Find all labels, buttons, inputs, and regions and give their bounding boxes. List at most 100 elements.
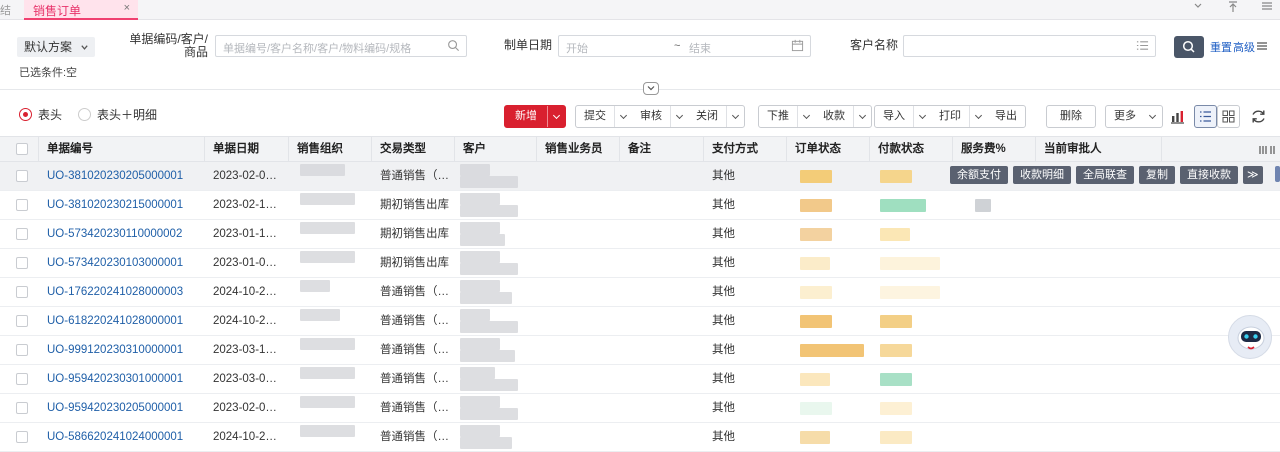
global-query-button[interactable]: 全局联查 [1076,166,1134,184]
tab-sales-order[interactable]: 销售订单 × [24,0,138,20]
transaction-type: 普通销售（… [380,170,449,182]
copy-button[interactable]: 复制 [1139,166,1175,184]
row-checkbox[interactable] [16,373,28,385]
payment-method: 其他 [712,257,735,269]
order-code-link[interactable]: UO-999120230310000001 [47,336,183,364]
upload-icon[interactable] [1222,1,1244,18]
table-row[interactable]: UO-573420230110000002 2023-01-1… 期初销售出库 其他 [0,220,1280,249]
assistant-robot-icon[interactable] [1228,315,1272,359]
delete-button[interactable]: 删除 [1047,106,1095,127]
header-payment-method[interactable]: 支付方式 [704,137,787,162]
print-button[interactable]: 打印 [931,106,969,127]
table-row[interactable]: UO-618220241028000001 2024-10-2… 普通销售（… 其他 [0,307,1280,336]
more-options-icon[interactable] [1256,41,1268,54]
search-button[interactable] [1174,36,1204,58]
order-code-link[interactable]: UO-381020230205000001 [47,162,183,190]
payment-method: 其他 [712,228,735,240]
tab-close-icon[interactable]: × [124,2,130,14]
row-checkbox[interactable] [16,257,28,269]
header-sales-org[interactable]: 销售组织 [289,137,372,162]
menu-icon[interactable] [1256,1,1278,18]
submit-dropdown-button[interactable] [614,106,632,127]
table-row[interactable]: UO-381020230205000001 2023-02-0… 普通销售（… 其他 余… [0,162,1280,191]
close-dropdown-button[interactable] [726,106,744,127]
row-checkbox[interactable] [16,199,28,211]
import-dropdown-button[interactable] [913,106,931,127]
row-checkbox[interactable] [16,402,28,414]
header-column-settings[interactable] [1162,137,1280,162]
radio-header[interactable]: 表头 [19,106,62,123]
collection-detail-button[interactable]: 收款明细 [1013,166,1071,184]
chevron-down-icon[interactable] [1187,1,1209,18]
push-button-group: 下推 收款 [758,105,872,128]
audit-button[interactable]: 审核 [632,106,670,127]
vertical-scrollbar[interactable] [1275,166,1280,182]
transaction-type: 期初销售出库 [380,228,449,240]
more-button[interactable]: 更多 [1106,106,1144,127]
previous-tab-fragment[interactable]: 结 [0,2,11,18]
date-range-input[interactable]: 开始 ~ 结束 [558,35,811,57]
close-order-button[interactable]: 关闭 [688,106,726,127]
order-code-link[interactable]: UO-573420230110000002 [47,220,182,248]
radio-header-detail[interactable]: 表头＋明细 [78,106,157,123]
grid-view-icon[interactable] [1217,105,1240,128]
code-search-input[interactable]: 单据编号/客户名称/客户/物料编码/规格 [215,35,467,57]
audit-dropdown-button[interactable] [670,106,688,127]
header-code[interactable]: 单据编号 [39,137,205,162]
balance-pay-button[interactable]: 余额支付 [950,166,1008,184]
row-checkbox[interactable] [16,170,28,182]
table-row[interactable]: UO-381020230215000001 2023-02-1… 期初销售出库 其他 [0,191,1280,220]
advanced-button[interactable]: 高级 [1233,39,1255,55]
print-dropdown-button[interactable] [969,106,987,127]
header-order-status[interactable]: 订单状态 [787,137,870,162]
list-view-icon[interactable] [1194,105,1217,128]
header-transaction-type[interactable]: 交易类型 [372,137,455,162]
select-all-checkbox[interactable] [16,143,28,155]
row-checkbox[interactable] [16,315,28,327]
order-code-link[interactable]: UO-176220241028000003 [47,278,183,306]
order-code-link[interactable]: UO-959420230205000001 [47,394,183,422]
order-code-link[interactable]: UO-586620241024000001 [47,423,183,451]
transaction-type: 普通销售（… [380,373,449,385]
reset-button[interactable]: 重置 [1210,39,1232,55]
status-tag [880,402,912,415]
table-row[interactable]: UO-176220241028000003 2024-10-2… 普通销售（… 其他 [0,278,1280,307]
chart-icon[interactable] [1166,105,1189,128]
header-salesperson[interactable]: 销售业务员 [537,137,620,162]
collect-dropdown-button[interactable] [853,106,871,127]
import-button[interactable]: 导入 [875,106,913,127]
header-service-fee[interactable]: 服务费% [953,137,1036,162]
table-row[interactable]: UO-999120230310000001 2023-03-1… 普通销售（… 其他 [0,336,1280,365]
row-checkbox[interactable] [16,228,28,240]
header-remark[interactable]: 备注 [620,137,704,162]
table-row[interactable]: UO-573420230103000001 2023-01-0… 期初销售出库 其他 [0,249,1280,278]
header-current-approver[interactable]: 当前审批人 [1036,137,1162,162]
header-customer[interactable]: 客户 [455,137,537,162]
more-actions-button[interactable]: ≫ [1243,166,1263,184]
push-down-button[interactable]: 下推 [759,106,797,127]
order-code-link[interactable]: UO-573420230103000001 [47,249,183,277]
order-code-link[interactable]: UO-618220241028000001 [47,307,183,335]
table-row[interactable]: UO-959420230301000001 2023-03-0… 普通销售（… 其他 [0,365,1280,394]
new-button[interactable]: 新增 [505,106,547,127]
order-code-link[interactable]: UO-959420230301000001 [47,365,183,393]
header-date[interactable]: 单据日期 [205,137,289,162]
header-payment-status[interactable]: 付款状态 [870,137,953,162]
row-checkbox[interactable] [16,431,28,443]
more-dropdown-icon[interactable] [1144,106,1162,127]
redacted-value [460,309,490,321]
direct-collect-button[interactable]: 直接收款 [1180,166,1238,184]
refresh-icon[interactable] [1247,105,1270,128]
collect-button[interactable]: 收款 [815,106,853,127]
export-button[interactable]: 导出 [987,106,1025,127]
row-checkbox[interactable] [16,344,28,356]
push-down-dropdown-button[interactable] [797,106,815,127]
order-code-link[interactable]: UO-381020230215000001 [47,191,183,219]
customer-name-input[interactable] [903,35,1156,57]
table-row[interactable]: UO-959420230205000001 2023-02-0… 普通销售（… 其他 [0,394,1280,423]
submit-button[interactable]: 提交 [576,106,614,127]
status-tag [800,257,830,270]
scheme-select[interactable]: 默认方案 [17,37,95,57]
new-dropdown-button[interactable] [547,106,565,127]
row-checkbox[interactable] [16,286,28,298]
